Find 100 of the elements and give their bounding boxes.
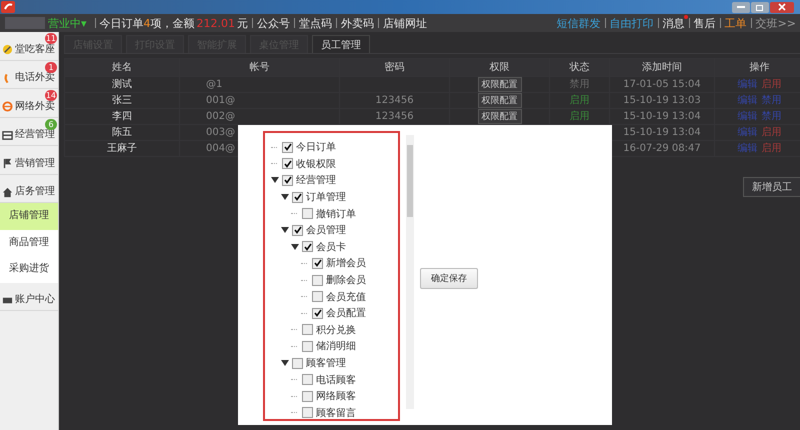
checkbox[interactable] bbox=[292, 224, 303, 236]
tree-item-label: 网络顾客 bbox=[316, 390, 356, 404]
checkbox[interactable] bbox=[302, 241, 313, 252]
count-badge: 11 bbox=[44, 33, 57, 44]
checkbox[interactable] bbox=[312, 308, 323, 319]
header-link[interactable]: 售后 bbox=[694, 16, 716, 30]
checkbox[interactable] bbox=[302, 324, 313, 336]
tree-item-label: 收银权限 bbox=[296, 158, 336, 171]
checkbox[interactable] bbox=[282, 174, 293, 186]
header-link[interactable]: 消息 bbox=[662, 16, 685, 30]
house-icon bbox=[2, 186, 13, 198]
tree-item-label: 会员充值 bbox=[326, 290, 366, 304]
blurred-store-name bbox=[5, 17, 45, 29]
minimize-icon bbox=[737, 6, 745, 8]
expanded-triangle-icon[interactable] bbox=[291, 242, 299, 251]
order-amount: 212.01 bbox=[196, 16, 236, 30]
tree-item-label: 电话顾客 bbox=[316, 374, 356, 387]
unread-dot bbox=[684, 14, 688, 18]
sidebar-item[interactable]: 店铺管理 bbox=[0, 203, 58, 230]
checkbox[interactable] bbox=[302, 374, 313, 386]
count-badge: 1 bbox=[45, 62, 57, 72]
checkbox[interactable] bbox=[292, 192, 303, 203]
table-cell: 王麻子 bbox=[64, 140, 180, 156]
restore-icon bbox=[756, 4, 764, 10]
tree-item-label: 积分兑换 bbox=[316, 324, 356, 337]
header-link[interactable]: 堂点码 bbox=[299, 16, 332, 30]
table-cell: 15-10-19 13:03 bbox=[610, 92, 714, 108]
tree-item-label: 撤销订单 bbox=[316, 208, 356, 221]
app-logo-icon bbox=[1, 1, 15, 13]
table-cell: 陈五 bbox=[64, 124, 180, 140]
tree-item-label: 删除会员 bbox=[326, 274, 366, 288]
flag-icon bbox=[2, 158, 13, 170]
tab[interactable]: 员工管理 bbox=[312, 35, 370, 53]
grid-icon bbox=[2, 130, 13, 141]
expanded-triangle-icon[interactable] bbox=[281, 193, 289, 202]
table-cell: 禁用 bbox=[550, 76, 610, 92]
column-header: 姓名 bbox=[64, 58, 180, 76]
header-link[interactable]: 公众号 bbox=[257, 16, 290, 30]
tree-item-label: 会员管理 bbox=[306, 224, 346, 238]
checkbox[interactable] bbox=[302, 208, 313, 220]
header-link[interactable]: 外卖码 bbox=[341, 16, 374, 30]
header-link[interactable]: 工单 bbox=[724, 16, 747, 30]
permission-config-button[interactable]: 权限配置 bbox=[478, 93, 522, 108]
globe-icon bbox=[2, 101, 13, 112]
sidebar-item[interactable]: 网络外卖 14 bbox=[0, 89, 58, 118]
checkbox[interactable] bbox=[302, 390, 313, 402]
restore-button[interactable] bbox=[751, 2, 769, 12]
expanded-triangle-icon[interactable] bbox=[271, 176, 279, 184]
tree-item-label: 顾客管理 bbox=[306, 356, 346, 370]
column-header: 添加时间 bbox=[610, 58, 714, 76]
add-employee-button[interactable]: 新增员工 bbox=[743, 177, 800, 197]
tree-item-label: 今日订单 bbox=[296, 140, 336, 154]
expanded-triangle-icon[interactable] bbox=[281, 359, 289, 368]
count-badge: 6 bbox=[45, 118, 57, 130]
header-link[interactable]: 店铺网址 bbox=[383, 16, 428, 30]
sidebar-item[interactable]: 商品管理 bbox=[0, 230, 58, 256]
table-cell: 17-01-05 15:04 bbox=[610, 76, 714, 92]
scrollbar[interactable] bbox=[406, 135, 414, 409]
checkbox[interactable] bbox=[312, 291, 323, 302]
permission-config-button[interactable]: 权限配置 bbox=[478, 77, 522, 92]
sidebar-item[interactable]: 采购进货 bbox=[0, 256, 58, 282]
minimize-button[interactable] bbox=[732, 2, 750, 12]
close-button[interactable] bbox=[770, 2, 794, 12]
header-link[interactable]: 短信群发 bbox=[556, 16, 601, 30]
checkbox[interactable] bbox=[312, 258, 323, 269]
checkbox[interactable] bbox=[292, 358, 303, 369]
sidebar-item[interactable]: 堂吃客座 11 bbox=[0, 32, 58, 60]
checkbox[interactable] bbox=[312, 274, 323, 286]
stats-label: 今日订单 bbox=[100, 16, 144, 30]
header-link[interactable]: 自由打印 bbox=[610, 16, 654, 30]
count-badge: 14 bbox=[44, 90, 57, 101]
checkbox[interactable] bbox=[282, 158, 293, 170]
table-cell: 15-10-19 13:04 bbox=[610, 108, 714, 124]
close-icon bbox=[778, 3, 786, 11]
table-cell: @1 bbox=[180, 76, 340, 92]
sidebar-item[interactable]: 电话外卖 1 bbox=[0, 60, 58, 89]
tree-item-label: 订单管理 bbox=[306, 190, 346, 204]
table-cell: 123456 bbox=[340, 92, 450, 108]
expanded-triangle-icon[interactable] bbox=[281, 226, 289, 234]
table-cell: 启用 bbox=[550, 92, 610, 108]
column-header: 状态 bbox=[550, 58, 610, 76]
checkbox[interactable] bbox=[282, 142, 293, 153]
checkbox[interactable] bbox=[302, 407, 313, 418]
column-header: 权限 bbox=[450, 58, 550, 76]
table-cell: 张三 bbox=[64, 92, 180, 108]
header-link[interactable]: 交班>> bbox=[756, 16, 796, 30]
permission-config-button[interactable]: 权限配置 bbox=[478, 109, 522, 124]
tree-item-label: 新增会员 bbox=[326, 256, 366, 270]
table-cell: 李四 bbox=[64, 108, 180, 124]
order-count: 4 bbox=[144, 16, 151, 30]
tree-item-label: 会员卡 bbox=[316, 240, 346, 254]
sidebar-item[interactable]: 营销管理 bbox=[0, 146, 58, 174]
checkbox[interactable] bbox=[302, 340, 313, 352]
column-header: 帐号 bbox=[180, 58, 340, 76]
tree-item-label: 会员配置 bbox=[326, 306, 366, 320]
save-button[interactable]: 确定保存 bbox=[420, 268, 478, 289]
sidebar-item[interactable]: 账户中心 bbox=[0, 282, 58, 311]
business-status-dropdown[interactable]: 营业中▾ bbox=[48, 16, 87, 30]
table-cell: 测试 bbox=[64, 76, 180, 92]
tree-item-label: 经营管理 bbox=[296, 174, 336, 188]
